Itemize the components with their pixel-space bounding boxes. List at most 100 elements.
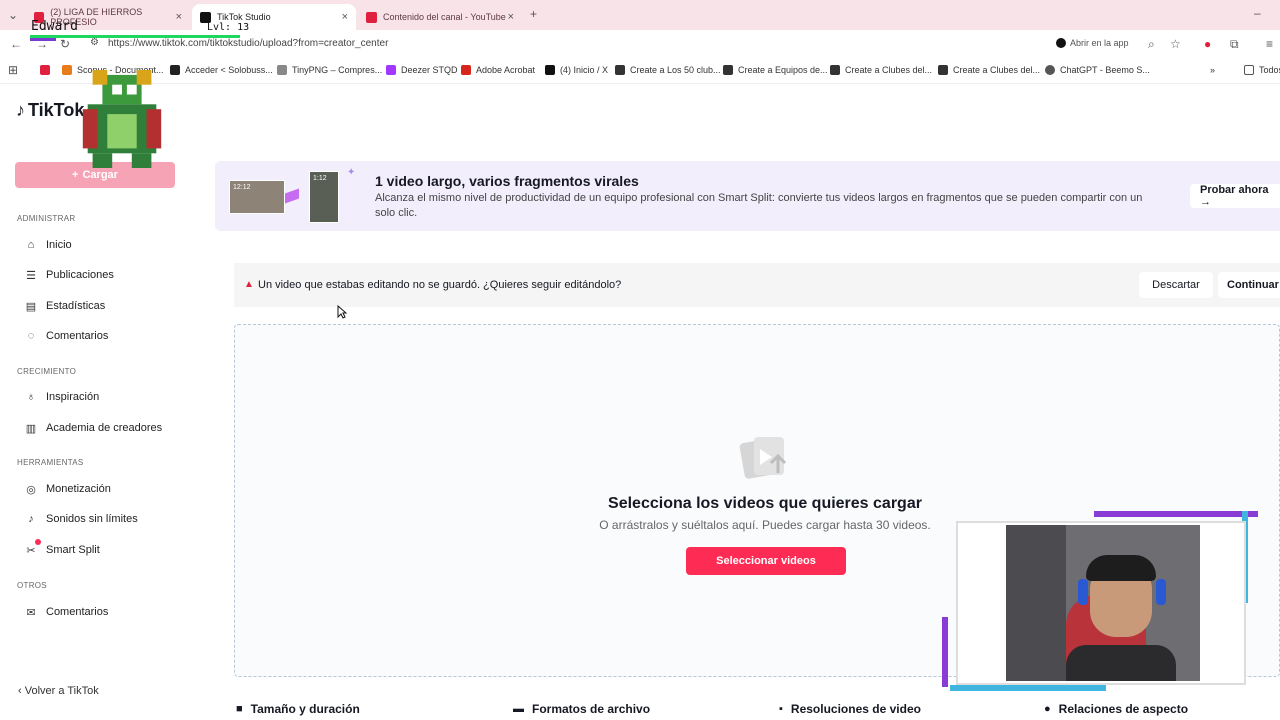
- frame-accent: [942, 617, 948, 687]
- xp-bar: [30, 35, 240, 38]
- bookmark-label: Acceder < Solobuss...: [185, 65, 273, 75]
- sidebar-item-inicio[interactable]: ⌂ Inicio: [24, 235, 72, 255]
- close-icon[interactable]: ×: [342, 11, 348, 23]
- upload-video-icon: [739, 437, 787, 479]
- bookmark-label: (4) Inicio / X: [560, 65, 609, 75]
- sidebar-item-comentarios-otros[interactable]: ✉ Comentarios: [24, 602, 108, 622]
- close-icon[interactable]: ×: [508, 11, 514, 23]
- tab-list-icon[interactable]: ⌄: [8, 8, 18, 22]
- bookmark-item[interactable]: Acceder < Solobuss...: [170, 65, 273, 75]
- chart-icon: ▤: [25, 300, 37, 313]
- frame-accent: [950, 685, 1106, 691]
- bookmark-label: Create a Clubes del...: [953, 65, 1041, 75]
- webcam-video: [1006, 525, 1200, 681]
- select-videos-button[interactable]: Seleccionar videos: [686, 547, 846, 575]
- continue-button[interactable]: Continuar: [1218, 272, 1280, 298]
- try-now-button[interactable]: Probar ahora →: [1190, 184, 1280, 208]
- person-hair: [1086, 555, 1156, 581]
- academy-icon: ▥: [25, 422, 37, 435]
- section-title-otros: OTROS: [17, 581, 47, 590]
- panda-icon: [277, 65, 287, 75]
- bookmark-label: Create a Clubes del...: [845, 65, 933, 75]
- feature-label: Tamaño y duración: [250, 702, 360, 716]
- sidebar-item-sonidos[interactable]: ♪ Sonidos sin límites: [24, 509, 137, 529]
- file-icon: ▬: [513, 703, 524, 715]
- feature-size-duration: ■ Tamaño y duración: [236, 702, 360, 716]
- background-wall: [1006, 525, 1066, 681]
- menu-icon[interactable]: ≡: [1266, 37, 1273, 51]
- sidebar-item-label: Monetización: [46, 483, 111, 495]
- headset: [1156, 579, 1166, 605]
- apps-icon[interactable]: ⊞: [8, 63, 18, 77]
- hd-icon: ▪: [779, 703, 783, 715]
- extension-icon[interactable]: ●: [1204, 37, 1211, 51]
- back-to-tiktok-link[interactable]: ‹ Volver a TikTok: [18, 685, 99, 697]
- url-input[interactable]: https://www.tiktok.com/tiktokstudio/uplo…: [108, 38, 388, 49]
- star-icon[interactable]: ☆: [1170, 37, 1181, 51]
- feature-label: Formatos de archivo: [532, 702, 651, 716]
- deezer-icon: [386, 65, 396, 75]
- sidebar-item-label: Comentarios: [46, 606, 109, 618]
- bookmark-label: Create a Equipos de...: [738, 65, 828, 75]
- section-title-crecimiento: CRECIMIENTO: [17, 367, 77, 376]
- section-title-administrar: ADMINISTRAR: [17, 214, 76, 223]
- new-badge-dot: [35, 539, 41, 545]
- sidebar-item-academia[interactable]: ▥ Academia de creadores: [24, 418, 162, 438]
- bookmark-item[interactable]: (4) Inicio / X: [545, 65, 608, 75]
- mail-icon: ✉: [26, 606, 36, 619]
- close-icon[interactable]: ×: [176, 11, 182, 23]
- alert-text: Un video que estabas editando no se guar…: [258, 279, 622, 291]
- site-info-icon[interactable]: ⚙: [90, 37, 99, 48]
- headset: [1078, 579, 1088, 605]
- scopus-icon: [62, 65, 72, 75]
- bookmark-item[interactable]: Create a Clubes del...: [830, 65, 932, 75]
- open-in-app-button[interactable]: Abrir en la app: [1056, 38, 1129, 48]
- bookmark-label: TinyPNG – Compres...: [292, 65, 383, 75]
- tab-youtube-content[interactable]: Contenido del canal - YouTube ×: [358, 4, 522, 30]
- sidebar-item-publicaciones[interactable]: ☰ Publicaciones: [24, 265, 114, 285]
- minimize-icon[interactable]: –: [1254, 6, 1261, 20]
- feature-label: Resoluciones de video: [790, 702, 921, 716]
- page-icon: [615, 65, 625, 75]
- bookmark-youtube[interactable]: [40, 65, 55, 75]
- bookmark-item[interactable]: Create a Clubes del...: [938, 65, 1040, 75]
- bookmark-item[interactable]: ChatGPT - Beemo S...: [1045, 65, 1150, 75]
- dragon-mascot-icon: [82, 70, 162, 168]
- back-icon[interactable]: ←: [10, 37, 22, 51]
- new-tab-icon[interactable]: +: [530, 7, 537, 21]
- bookmark-item[interactable]: Create a Equipos de...: [723, 65, 828, 75]
- reload-icon[interactable]: ↻: [60, 37, 70, 51]
- discard-button[interactable]: Descartar: [1139, 272, 1213, 298]
- bookmark-folder[interactable]: Todos: [1244, 65, 1280, 75]
- sidebar-item-label: Academia de creadores: [46, 422, 163, 434]
- feature-file-formats: ▬ Formatos de archivo: [513, 702, 650, 716]
- bookmark-item[interactable]: Adobe Acrobat: [461, 65, 535, 75]
- bookmark-item[interactable]: Deezer STQD: [386, 65, 458, 75]
- page-icon: [938, 65, 948, 75]
- bulb-icon: ♁: [26, 391, 36, 403]
- puzzle-icon[interactable]: ⧉: [1230, 37, 1239, 52]
- sidebar-item-monetizacion[interactable]: ◎ Monetización: [24, 479, 111, 499]
- bookmark-label: Todos: [1259, 65, 1280, 75]
- mouse-cursor-icon: [337, 305, 347, 319]
- sidebar-item-label: Inicio: [46, 239, 72, 251]
- sidebar-item-comentarios[interactable]: ◌ Comentarios: [24, 326, 109, 346]
- browser-chrome: ⌄ (2) LIGA DE HIERROS PROFESIO × TikTok …: [0, 0, 1280, 84]
- warning-icon: ▲: [244, 279, 254, 290]
- feature-aspect-ratios: ● Relaciones de aspecto: [1044, 702, 1188, 716]
- sidebar-item-label: Inspiración: [46, 391, 100, 403]
- bookmark-item[interactable]: TinyPNG – Compres...: [277, 65, 382, 75]
- bookmark-item[interactable]: Create a Los 50 club...: [615, 65, 721, 75]
- chevron-left-icon: ‹: [18, 685, 22, 697]
- zoom-icon[interactable]: ⌕: [1148, 37, 1155, 52]
- sidebar-item-inspiracion[interactable]: ♁ Inspiración: [24, 387, 99, 407]
- home-icon: ⌂: [27, 239, 35, 251]
- folder-icon: [1244, 65, 1254, 75]
- webcam-overlay: [942, 509, 1258, 695]
- banner-description: Alcanza el mismo nivel de productividad …: [375, 192, 1143, 219]
- tab-bar: ⌄ (2) LIGA DE HIERROS PROFESIO × TikTok …: [0, 0, 1280, 30]
- bookmarks-bar: ⊞ Scopus - Document... Acceder < Solobus…: [0, 58, 1280, 84]
- video-icon: ■: [236, 703, 243, 715]
- sidebar-item-estadisticas[interactable]: ▤ Estadísticas: [24, 296, 106, 316]
- more-bookmarks-icon[interactable]: »: [1210, 65, 1215, 75]
